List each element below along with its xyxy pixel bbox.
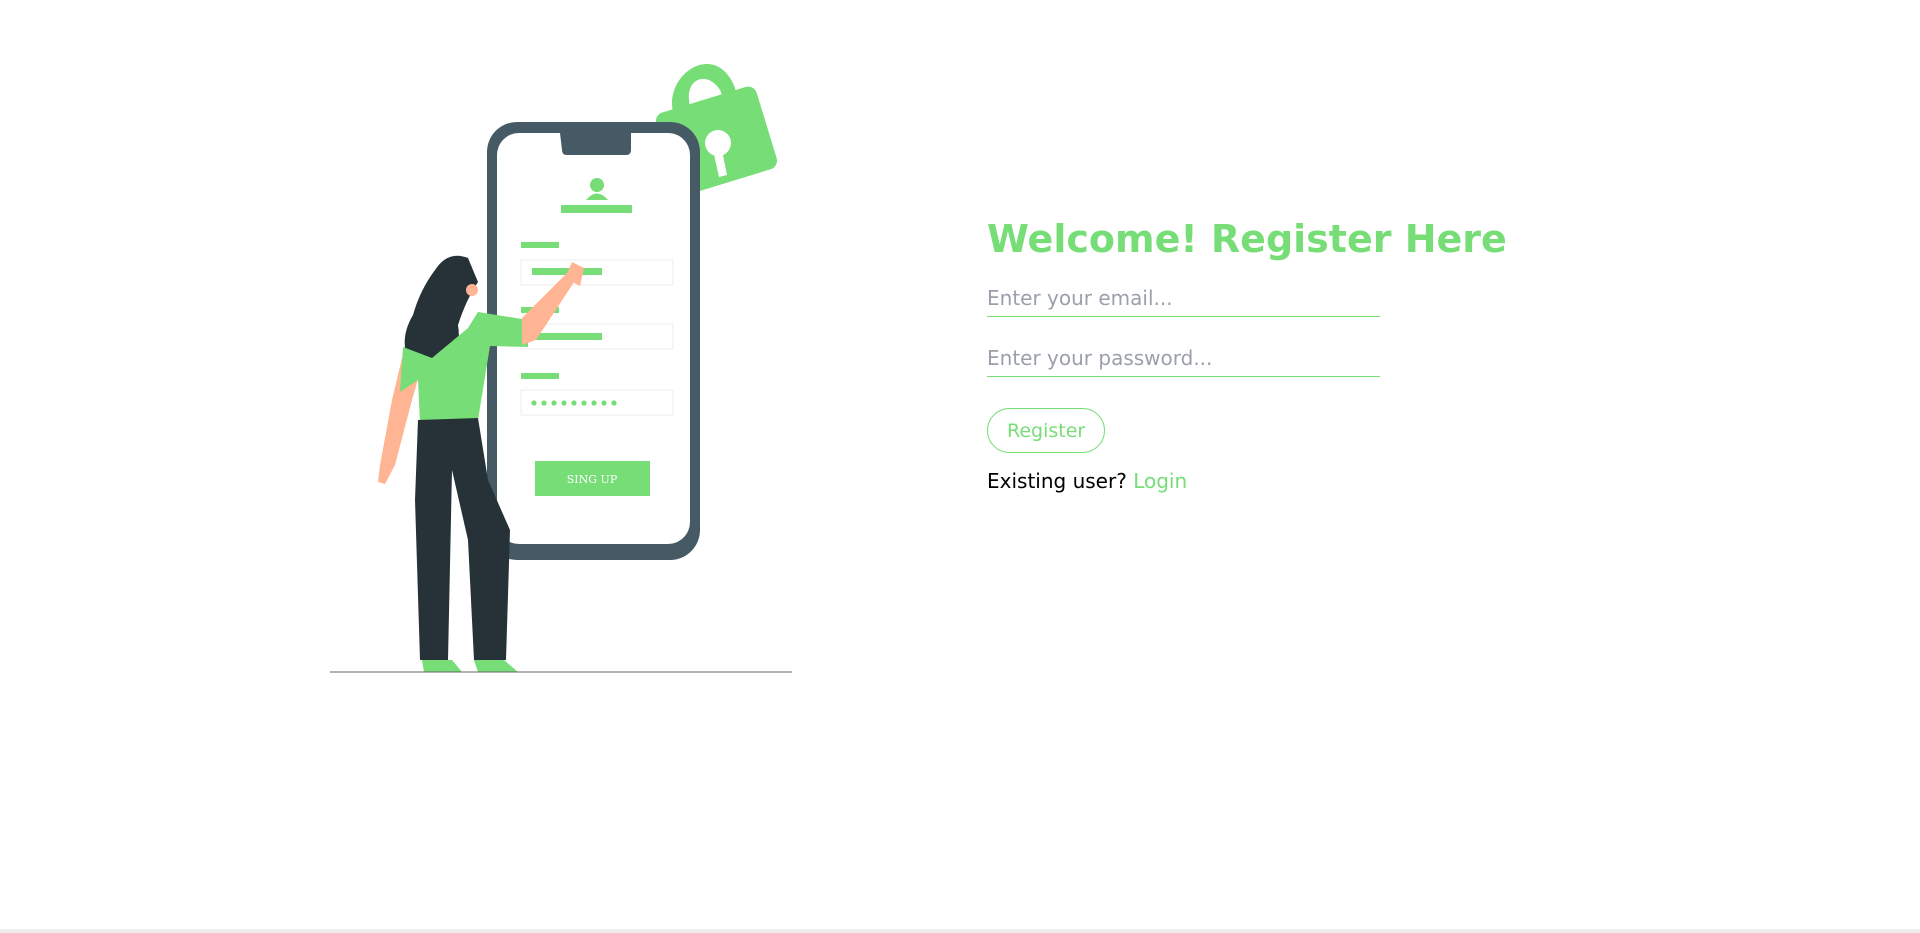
register-page: SING UP Welcome! Register Here Register … <box>0 0 1920 933</box>
phone-signup-label: SING UP <box>567 473 618 486</box>
signup-illustration: SING UP <box>330 64 792 673</box>
email-field[interactable] <box>987 280 1380 317</box>
existing-user-row: Existing user? Login <box>987 469 1507 493</box>
existing-user-text: Existing user? <box>987 469 1127 493</box>
register-button[interactable]: Register <box>987 408 1106 453</box>
page-title: Welcome! Register Here <box>987 217 1507 261</box>
register-form: Welcome! Register Here Register Existing… <box>987 212 1507 493</box>
page-bottom-bar <box>0 929 1920 933</box>
login-link[interactable]: Login <box>1133 469 1187 493</box>
password-field[interactable] <box>987 340 1380 377</box>
